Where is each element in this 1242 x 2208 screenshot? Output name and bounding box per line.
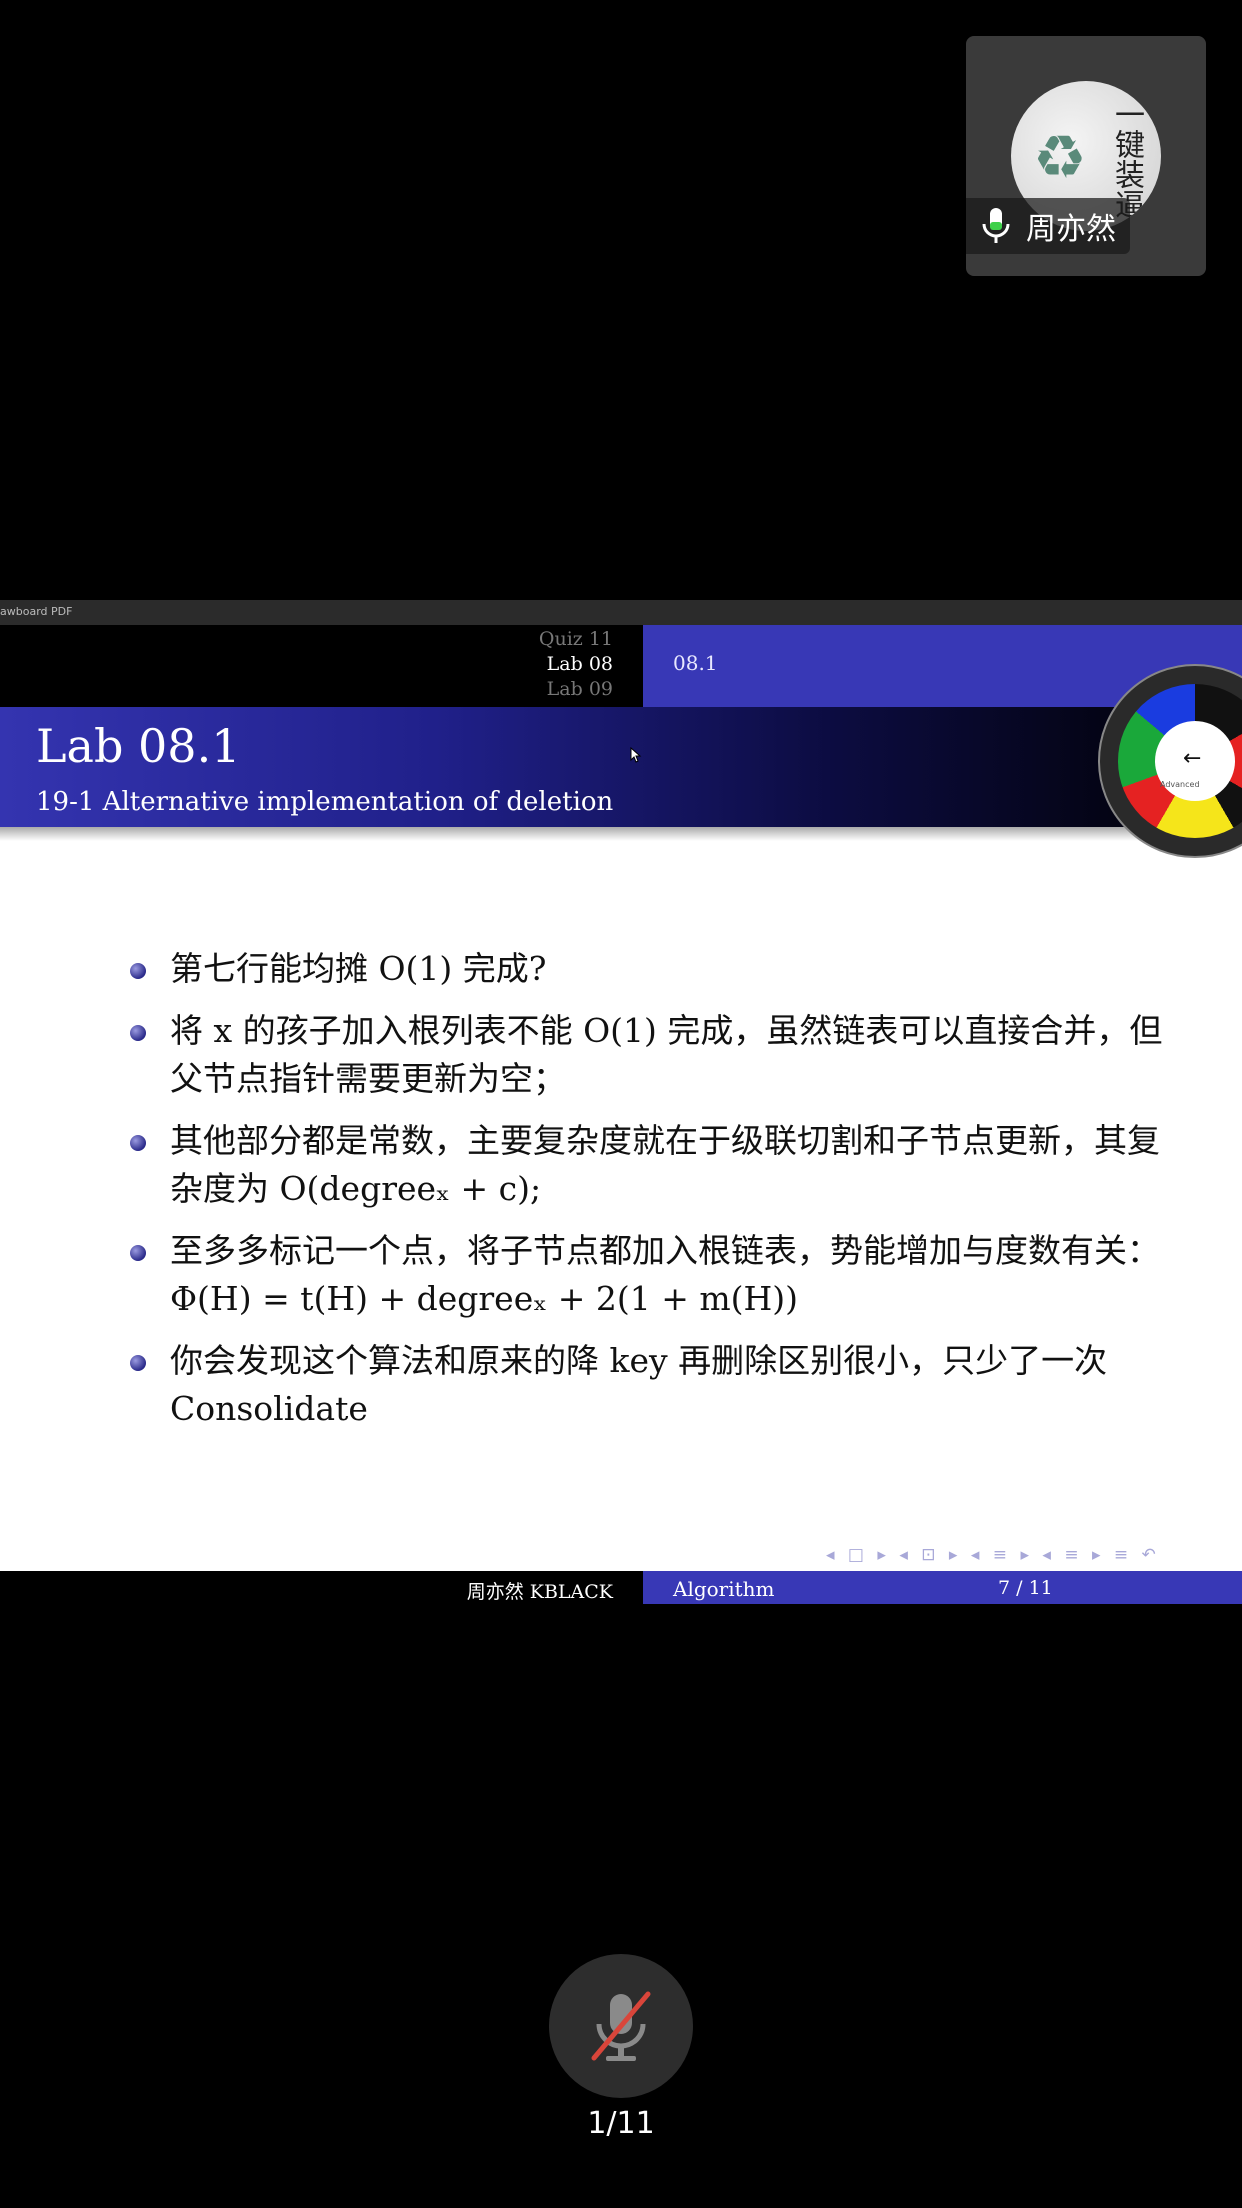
- bullet-text: 至多多标记一个点，将子节点都加入根链表，势能增加与度数有关：Φ(H) = t(H…: [170, 1231, 1160, 1318]
- bullet-list: 第七行能均摊 O(1) 完成? 将 x 的孩子加入根列表不能 O(1) 完成，虽…: [130, 945, 1190, 1447]
- mouse-cursor-icon: [630, 747, 642, 763]
- participant-name: 周亦然: [1026, 212, 1116, 247]
- bullet-icon: [130, 1025, 146, 1041]
- bullet-text: 你会发现这个算法和原来的降 key 再删除区别很小，只少了一次 Consolid…: [170, 1341, 1108, 1428]
- list-item: 将 x 的孩子加入根列表不能 O(1) 完成，虽然链表可以直接合并，但父节点指针…: [130, 1007, 1190, 1103]
- list-item: 第七行能均摊 O(1) 完成?: [130, 945, 1190, 993]
- footer-title: Algorithm: [673, 1577, 775, 1601]
- frame-subtitle: 19-1 Alternative implementation of delet…: [36, 787, 614, 817]
- nav-section-quiz11[interactable]: Quiz 11: [539, 628, 613, 650]
- beamer-navigation-symbols[interactable]: ◂ □ ▸ ◂ ⊡ ▸ ◂ ≡ ▸ ◂ ≡ ▸ ≡ ↶: [826, 1545, 1160, 1565]
- page-indicator: 1/11: [587, 2106, 655, 2141]
- footer-author: 周亦然 KBLACK: [466, 1581, 613, 1603]
- window-titlebar: awboard PDF: [0, 600, 1242, 626]
- bullet-icon: [130, 963, 146, 979]
- participant-tile[interactable]: ♻ 一键装逼 周亦然: [966, 36, 1206, 276]
- title-shadow: [0, 827, 1242, 841]
- recycle-icon: ♻: [1033, 123, 1087, 193]
- bullet-icon: [130, 1355, 146, 1371]
- bullet-icon: [130, 1135, 146, 1151]
- microphone-muted-icon: [591, 1991, 651, 2061]
- nav-subsection[interactable]: 08.1: [673, 651, 718, 675]
- slide-footer: 周亦然 KBLACK Algorithm 7 / 11: [0, 1571, 1242, 1604]
- list-item: 你会发现这个算法和原来的降 key 再删除区别很小，只少了一次 Consolid…: [130, 1337, 1190, 1433]
- list-item: 至多多标记一个点，将子节点都加入根链表，势能增加与度数有关：Φ(H) = t(H…: [130, 1227, 1190, 1323]
- frame-title-bar: Lab 08.1 19-1 Alternative implementation…: [0, 707, 1242, 827]
- participant-namebar: 周亦然: [966, 198, 1130, 254]
- nav-section-lab08[interactable]: Lab 08: [547, 653, 613, 675]
- bullet-text: 将 x 的孩子加入根列表不能 O(1) 完成，虽然链表可以直接合并，但父节点指针…: [170, 1011, 1163, 1098]
- presentation-slide[interactable]: Quiz 11 Lab 08 Lab 09 08.1 Lab 08.1 19-1…: [0, 625, 1242, 1604]
- section-navigation: Quiz 11 Lab 08 Lab 09: [0, 625, 643, 707]
- shared-screen: awboard PDF Quiz 11 Lab 08 Lab 09 08.1 L…: [0, 600, 1242, 1604]
- window-title: awboard PDF: [0, 605, 73, 618]
- bullet-text: 其他部分都是常数，主要复杂度就在于级联切割和子节点更新，其复杂度为 O(degr…: [170, 1121, 1160, 1208]
- footer-page-number: 7 / 11: [998, 1577, 1053, 1599]
- mute-button[interactable]: [549, 1954, 693, 2098]
- nav-section-lab09[interactable]: Lab 09: [547, 678, 613, 700]
- footer-left: 周亦然 KBLACK: [0, 1571, 643, 1604]
- advanced-label[interactable]: Advanced: [1160, 780, 1200, 789]
- list-item: 其他部分都是常数，主要复杂度就在于级联切割和子节点更新，其复杂度为 O(degr…: [130, 1117, 1190, 1213]
- back-arrow-icon[interactable]: ←: [1183, 746, 1201, 771]
- microphone-icon: [976, 206, 1016, 246]
- bullet-icon: [130, 1245, 146, 1261]
- frame-title: Lab 08.1: [36, 719, 241, 773]
- bullet-text: 第七行能均摊 O(1) 完成?: [170, 949, 547, 988]
- footer-right: Algorithm 7 / 11: [643, 1571, 1242, 1604]
